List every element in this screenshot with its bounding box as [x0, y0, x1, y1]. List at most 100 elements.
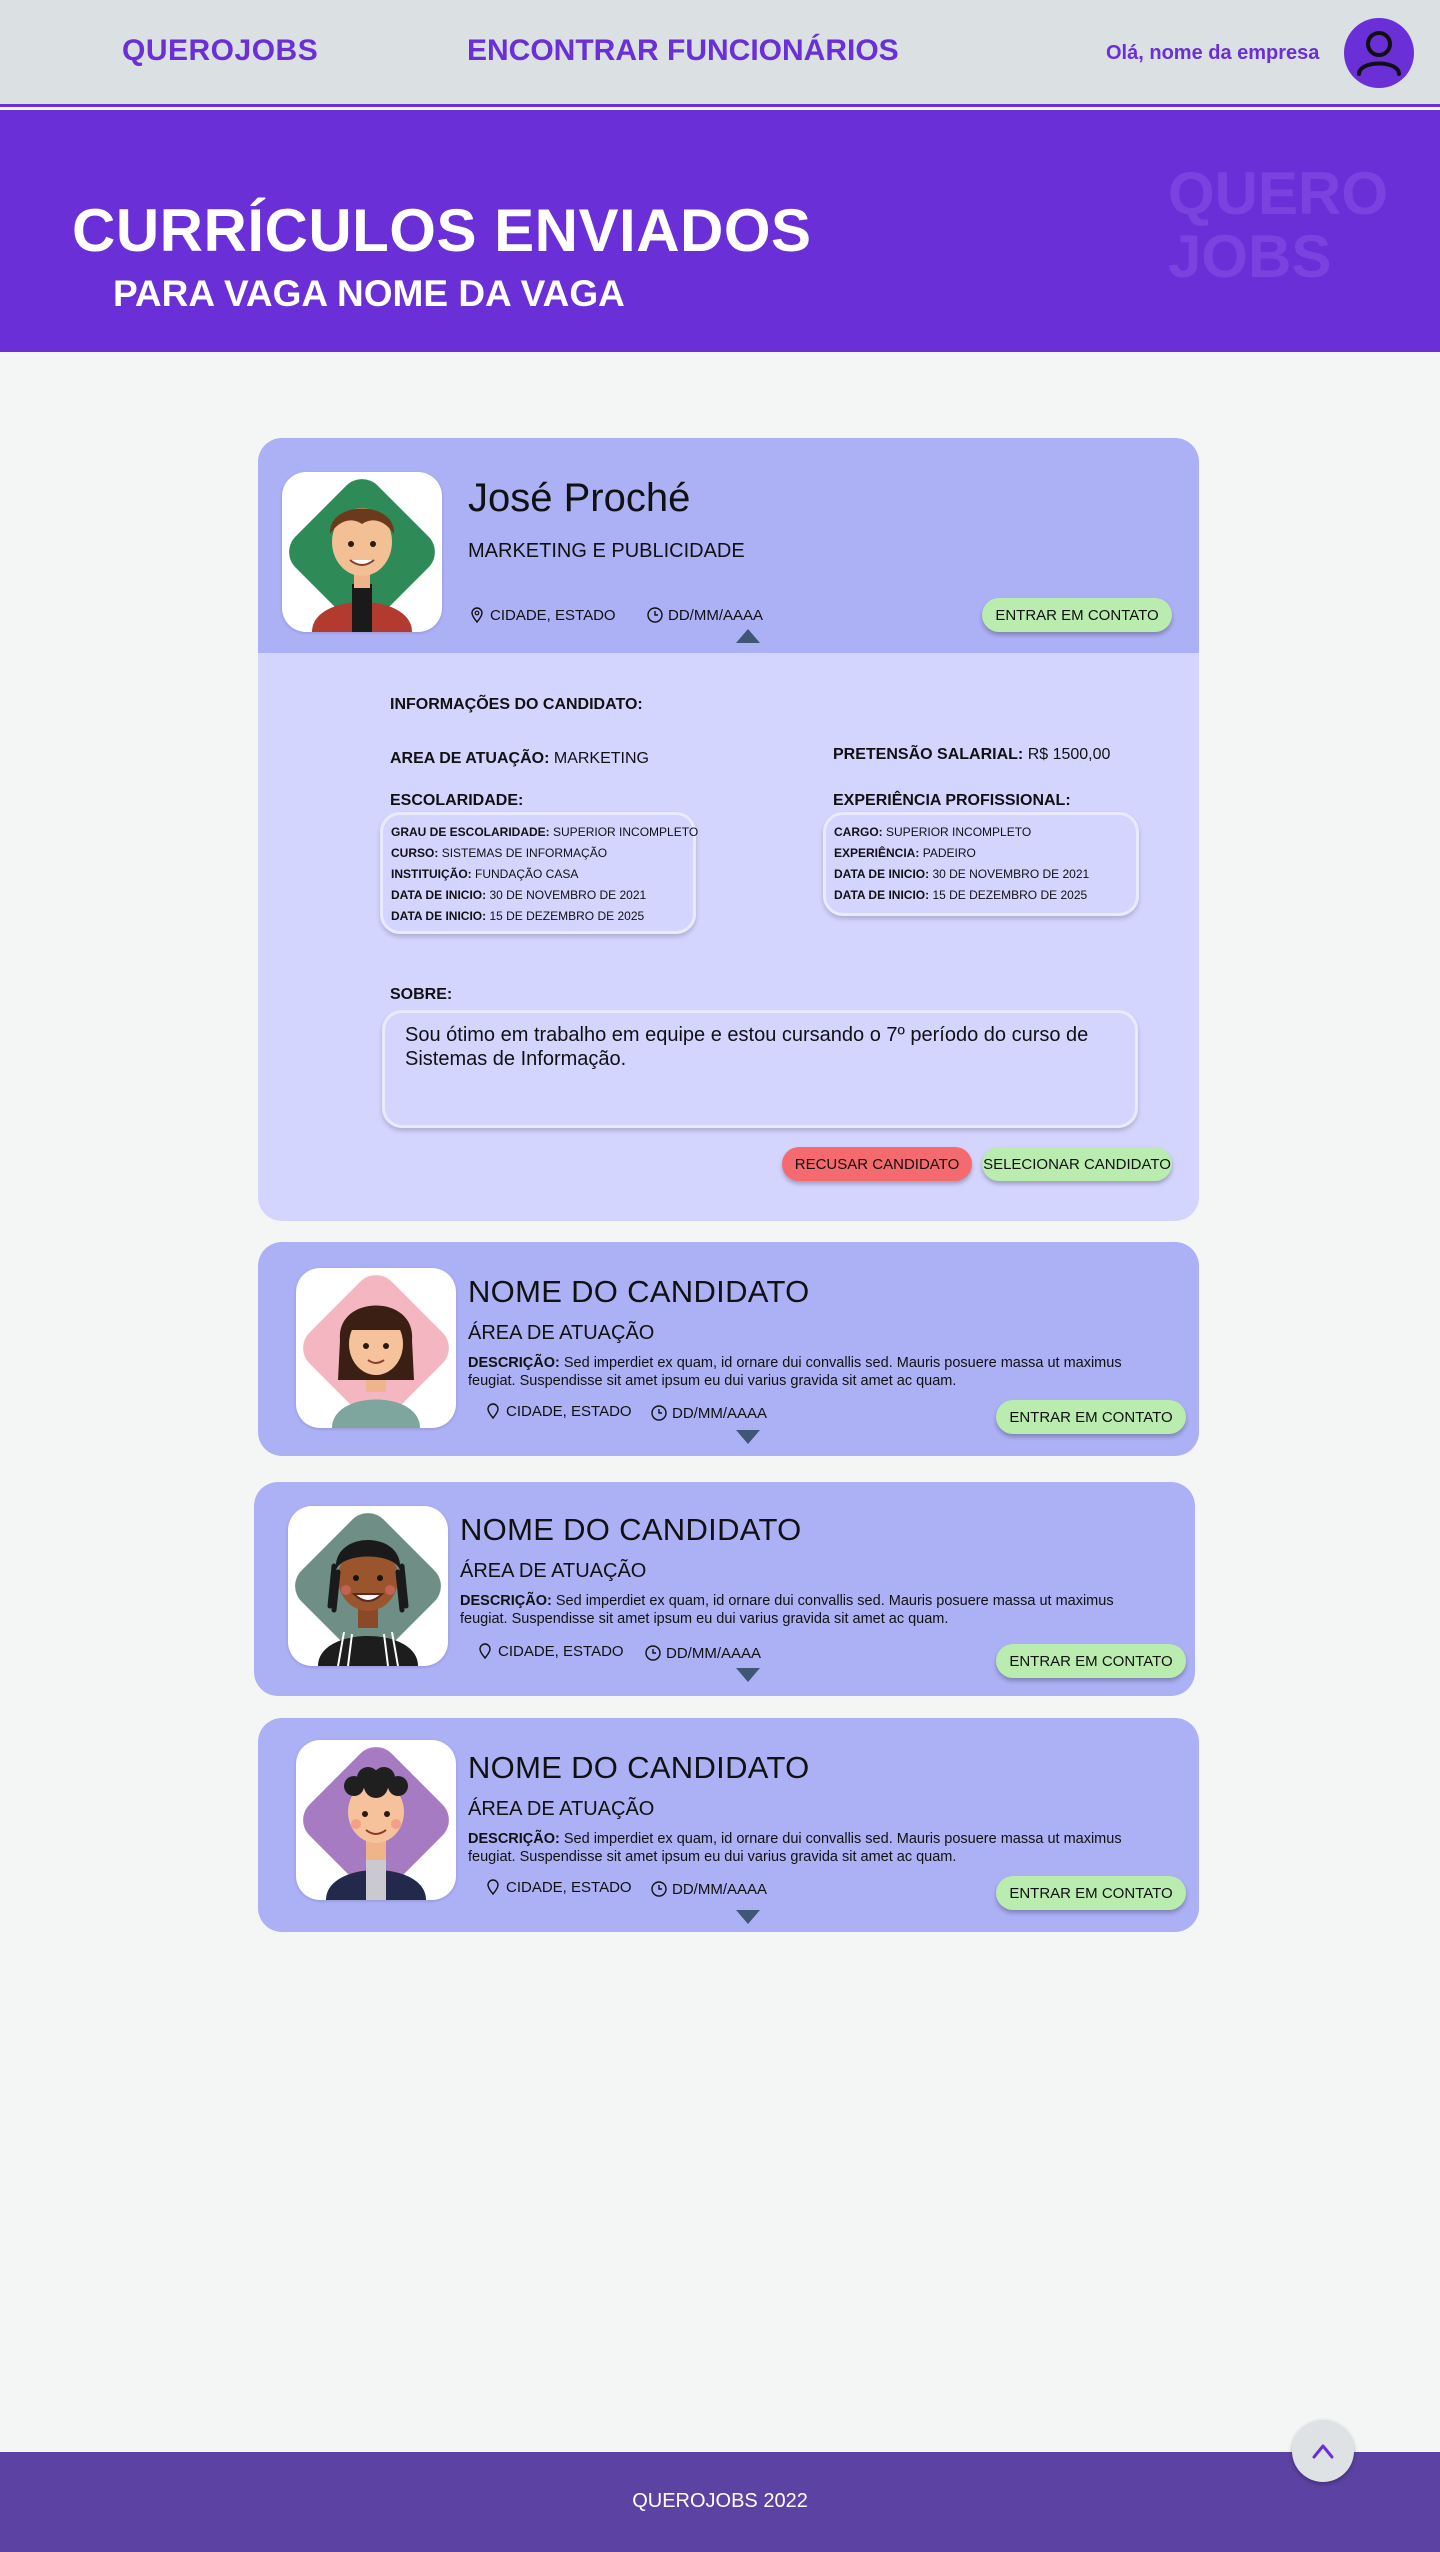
location-text: CIDADE, ESTADO: [506, 1878, 632, 1896]
candidate-date: DD/MM/AAAA: [650, 1880, 767, 1898]
candidate-portrait-image: [303, 1747, 449, 1900]
expand-triangle-down-icon[interactable]: [736, 1430, 760, 1444]
candidate-area: MARKETING E PUBLICIDADE: [468, 540, 745, 562]
expand-triangle-down-icon[interactable]: [736, 1910, 760, 1924]
about-title: SOBRE:: [390, 986, 453, 1003]
education-row: DATA DE INICIO: 30 DE NOVEMBRO DE 2021: [391, 888, 647, 902]
salary-field: PRETENSÃO SALARIAL: R$ 1500,00: [833, 746, 1110, 764]
date-text: DD/MM/AAAA: [672, 1404, 768, 1422]
location-text: CIDADE, ESTADO: [490, 606, 616, 624]
top-navbar: QUEROJOBS ENCONTRAR FUNCIONÁRIOS Olá, no…: [0, 0, 1440, 107]
education-row: GRAU DE ESCOLARIDADE: SUPERIOR INCOMPLET…: [391, 825, 699, 839]
description-text: Sed imperdiet ex quam, id ornare dui con…: [468, 1831, 1122, 1865]
area-value: MARKETING: [553, 750, 649, 767]
hero-banner: CURRÍCULOS ENVIADOS PARA VAGA NOME DA VA…: [0, 110, 1440, 352]
candidate-location: CIDADE, ESTADO: [484, 1878, 632, 1896]
candidate-card-expanded: José Proché MARKETING E PUBLICIDADE CIDA…: [258, 438, 1199, 1221]
candidate-avatar: [296, 1268, 456, 1428]
chevron-up-icon: [1312, 2444, 1334, 2459]
about-text-box: Sou ótimo em trabalho em equipe e estou …: [382, 1010, 1138, 1128]
watermark-line-2: JOBS: [1168, 223, 1332, 290]
education-box: GRAU DE ESCOLARIDADE: SUPERIOR INCOMPLET…: [380, 812, 699, 934]
education-title: ESCOLARIDADE:: [390, 792, 524, 809]
education-row: DATA DE INICIO: 15 DE DEZEMBRO DE 2025: [391, 909, 645, 923]
candidate-portrait-image: [303, 1275, 449, 1428]
candidate-description: DESCRIÇÃO: Sed imperdiet ex quam, id orn…: [468, 1830, 1148, 1866]
contact-button[interactable]: ENTRAR EM CONTATO: [996, 1644, 1186, 1678]
candidate-date: DD/MM/AAAA: [644, 1644, 761, 1662]
location-pin-icon: [479, 1643, 491, 1660]
hero-watermark-logo: QUERO JOBS: [1168, 162, 1388, 288]
user-profile-button[interactable]: [1344, 18, 1414, 88]
expand-triangle-down-icon[interactable]: [736, 1668, 760, 1682]
candidate-area: ÁREA DE ATUAÇÃO: [468, 1798, 655, 1820]
candidate-portrait-image: [295, 1513, 441, 1666]
date-text: DD/MM/AAAA: [666, 1644, 762, 1662]
location-text: CIDADE, ESTADO: [498, 1642, 624, 1660]
clock-icon: [651, 1405, 667, 1421]
clock-icon: [647, 607, 663, 623]
candidate-avatar: [288, 1506, 448, 1666]
candidate-area: ÁREA DE ATUAÇÃO: [460, 1560, 647, 1582]
candidate-location: CIDADE, ESTADO: [476, 1642, 624, 1660]
back-to-top-button[interactable]: [1292, 2420, 1354, 2482]
candidate-area: ÁREA DE ATUAÇÃO: [468, 1322, 655, 1344]
contact-button[interactable]: ENTRAR EM CONTATO: [996, 1876, 1186, 1910]
experience-row: DATA DE INICIO: 15 DE DEZEMBRO DE 2025: [834, 888, 1088, 902]
salary-label: PRETENSÃO SALARIAL:: [833, 746, 1024, 763]
candidate-card[interactable]: NOME DO CANDIDATO ÁREA DE ATUAÇÃO DESCRI…: [258, 1718, 1199, 1932]
date-text: DD/MM/AAAA: [672, 1880, 768, 1898]
candidate-name: NOME DO CANDIDATO: [468, 1750, 810, 1785]
location-pin-icon: [487, 1403, 499, 1420]
area-field: AREA DE ATUAÇÃO: MARKETING: [390, 750, 649, 768]
candidate-card[interactable]: NOME DO CANDIDATO ÁREA DE ATUAÇÃO DESCRI…: [258, 1242, 1199, 1456]
company-greeting: Olá, nome da empresa: [1106, 42, 1320, 64]
candidate-date: DD/MM/AAAA: [650, 1404, 767, 1422]
candidate-portrait-image: [289, 479, 435, 632]
clock-icon: [651, 1881, 667, 1897]
select-candidate-button[interactable]: SELECIONAR CANDIDATO: [982, 1147, 1172, 1181]
footer: QUEROJOBS 2022: [0, 2452, 1440, 2552]
candidate-name: NOME DO CANDIDATO: [468, 1274, 810, 1309]
clock-icon: [645, 1645, 661, 1661]
nav-find-employees-link[interactable]: ENCONTRAR FUNCIONÁRIOS: [467, 34, 899, 68]
description-label: DESCRIÇÃO:: [468, 1355, 560, 1371]
experience-title: EXPERIÊNCIA PROFISSIONAL:: [833, 792, 1071, 809]
candidate-location: CIDADE, ESTADO: [484, 1402, 632, 1420]
footer-copyright: QUEROJOBS 2022: [632, 2490, 808, 2512]
candidate-card[interactable]: NOME DO CANDIDATO ÁREA DE ATUAÇÃO DESCRI…: [254, 1482, 1195, 1696]
experience-row: CARGO: SUPERIOR INCOMPLETO: [834, 825, 1032, 839]
description-label: DESCRIÇÃO:: [468, 1831, 560, 1847]
user-icon: [1357, 31, 1401, 76]
candidate-description: DESCRIÇÃO: Sed imperdiet ex quam, id orn…: [468, 1354, 1148, 1390]
education-row: INSTITUIÇÃO: FUNDAÇÃO CASA: [391, 867, 579, 881]
reject-candidate-button[interactable]: RECUSAR CANDIDATO: [782, 1147, 972, 1181]
description-text: Sed imperdiet ex quam, id ornare dui con…: [460, 1593, 1114, 1627]
description-label: DESCRIÇÃO:: [460, 1593, 552, 1609]
collapse-triangle-up-icon[interactable]: [736, 629, 760, 643]
salary-value: R$ 1500,00: [1027, 746, 1111, 763]
candidate-date: DD/MM/AAAA: [646, 606, 763, 624]
experience-box: CARGO: SUPERIOR INCOMPLETO EXPERIÊNCIA: …: [823, 812, 1139, 916]
candidate-card-header: José Proché MARKETING E PUBLICIDADE CIDA…: [258, 438, 1199, 653]
candidate-avatar: [296, 1740, 456, 1900]
candidate-name: José Proché: [468, 476, 691, 520]
contact-button[interactable]: ENTRAR EM CONTATO: [982, 598, 1172, 632]
location-text: CIDADE, ESTADO: [506, 1402, 632, 1420]
page-subtitle: PARA VAGA NOME DA VAGA: [113, 273, 625, 314]
location-pin-icon: [471, 607, 483, 624]
page-title: CURRÍCULOS ENVIADOS: [72, 197, 812, 264]
education-row: CURSO: SISTEMAS DE INFORMAÇÃO: [391, 846, 608, 860]
candidate-avatar: [282, 472, 442, 632]
description-text: Sed imperdiet ex quam, id ornare dui con…: [468, 1355, 1122, 1389]
date-text: DD/MM/AAAA: [668, 606, 764, 624]
candidate-description: DESCRIÇÃO: Sed imperdiet ex quam, id orn…: [460, 1592, 1140, 1628]
experience-row: EXPERIÊNCIA: PADEIRO: [834, 846, 976, 860]
candidate-location: CIDADE, ESTADO: [468, 606, 616, 624]
area-label: AREA DE ATUAÇÃO:: [390, 750, 550, 767]
candidate-name: NOME DO CANDIDATO: [460, 1512, 802, 1547]
experience-row: DATA DE INICIO: 30 DE NOVEMBRO DE 2021: [834, 867, 1090, 881]
brand-logo-link[interactable]: QUEROJOBS: [122, 34, 318, 68]
candidate-info-title: INFORMAÇÕES DO CANDIDATO:: [390, 696, 643, 713]
contact-button[interactable]: ENTRAR EM CONTATO: [996, 1400, 1186, 1434]
